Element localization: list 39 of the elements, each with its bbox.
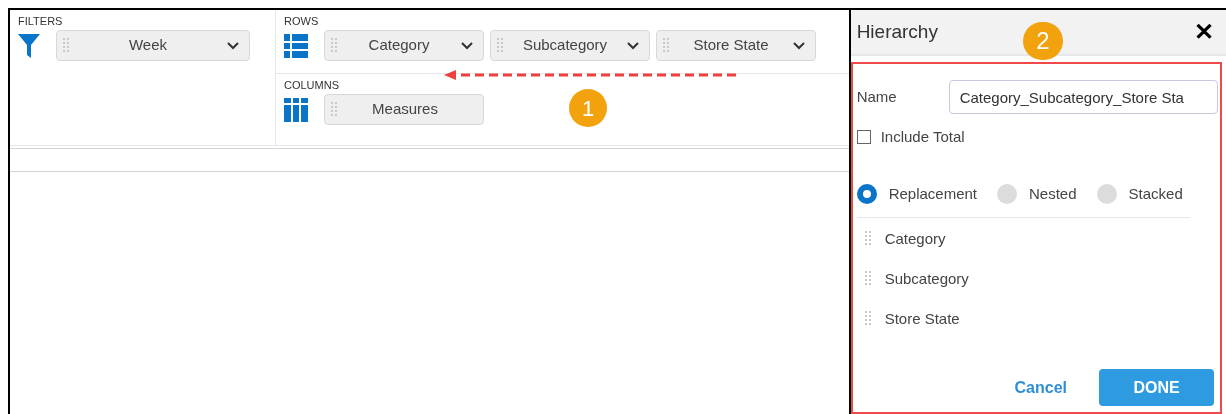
section-label: ROWS bbox=[284, 14, 320, 28]
callout-badge: 1 bbox=[569, 89, 607, 127]
radio-button[interactable] bbox=[997, 183, 1017, 204]
level-item[interactable]: Subcategory bbox=[884, 267, 969, 291]
rows-icon bbox=[284, 33, 308, 58]
filter-icon bbox=[18, 33, 40, 58]
field-chip[interactable]: Store State bbox=[656, 30, 816, 61]
drag-handle-icon bbox=[663, 37, 669, 54]
level-item[interactable]: Category bbox=[884, 227, 946, 251]
drag-handle-icon bbox=[864, 271, 871, 287]
drag-handle-icon bbox=[864, 231, 871, 247]
checkbox-label: Include Total bbox=[880, 127, 965, 147]
field-chip[interactable]: Measures bbox=[324, 94, 484, 125]
radio-button[interactable] bbox=[856, 183, 877, 204]
columns-icon bbox=[284, 97, 308, 122]
field-chip[interactable]: Category bbox=[324, 30, 484, 61]
caret-icon bbox=[461, 41, 473, 50]
checkbox[interactable] bbox=[856, 130, 871, 145]
section-label: FILTERS bbox=[18, 14, 64, 28]
drag-handle-icon bbox=[331, 101, 337, 118]
close-button[interactable]: ✕ bbox=[1188, 14, 1220, 50]
field-chip[interactable]: Subcategory bbox=[490, 30, 650, 61]
panel-title: Hierarchy bbox=[856, 19, 938, 44]
caret-icon bbox=[627, 41, 639, 50]
drag-handle-icon bbox=[864, 311, 871, 327]
name-field[interactable]: Category_Subcategory_Store Sta bbox=[948, 80, 1218, 114]
caret-icon bbox=[793, 41, 805, 50]
radio-button[interactable] bbox=[1096, 183, 1117, 204]
level-item[interactable]: Store State bbox=[884, 307, 960, 331]
radio-label: Nested bbox=[1029, 183, 1077, 204]
name-label: Name bbox=[856, 86, 898, 107]
drag-handle-icon bbox=[331, 37, 337, 54]
caret-icon bbox=[227, 41, 239, 50]
section-label: COLUMNS bbox=[284, 78, 340, 92]
drag-handle-icon bbox=[63, 37, 69, 54]
field-chip[interactable]: Week bbox=[56, 30, 250, 61]
radio-label: Stacked bbox=[1128, 183, 1183, 204]
drag-handle-icon bbox=[497, 37, 503, 54]
radio-label: Replacement bbox=[888, 183, 977, 204]
